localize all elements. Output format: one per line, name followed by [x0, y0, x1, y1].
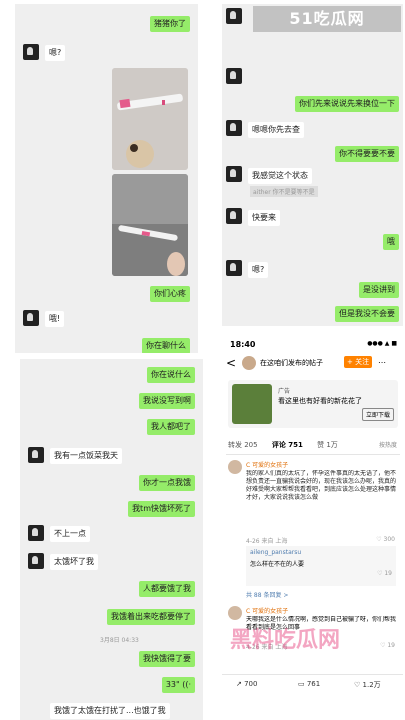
message-bubble: 我tm快饿坏死了 — [128, 501, 195, 517]
message-bubble: 你在说什么 — [147, 367, 195, 383]
chat-panel-1: 猪猪你了 嗯? 你们心疼 哦! 你在聊什么 — [15, 4, 198, 353]
reply-author[interactable]: aileng_panstarsu — [250, 549, 301, 556]
tab-comments[interactable]: 评论 751 — [272, 441, 303, 449]
divider — [222, 674, 403, 675]
message-bubble: 但是我没不会要 — [335, 306, 399, 322]
message-bubble: 嗯嗯你先去查 — [248, 122, 304, 138]
tab-likes[interactable]: 赞 1万 — [317, 441, 338, 449]
message-bubble: 嗯? — [248, 262, 269, 278]
message-bubble: 哦 — [383, 234, 399, 250]
avatar[interactable] — [226, 68, 242, 84]
avatar[interactable] — [226, 166, 242, 182]
share-icon: ↗ — [236, 680, 245, 688]
comment-count: 761 — [306, 680, 321, 688]
message-bubble: 是没讲到 — [359, 282, 399, 298]
share-button[interactable]: ↗ 700 — [236, 680, 257, 688]
post-tabs: 转发 205 评论 751 赞 1万 — [228, 440, 350, 450]
message-bubble: 你才一点我饿 — [139, 475, 195, 491]
post-author[interactable]: 在这咱们发布的帖子 — [260, 358, 323, 368]
avatar[interactable] — [28, 525, 44, 541]
message-bubble: 你们先来说说先来换位一下 — [295, 96, 399, 112]
avatar[interactable] — [242, 356, 256, 370]
sort-button[interactable]: 按热度 — [379, 440, 397, 449]
chat-panel-3: 你在说什么 我说没写到啊 我人都吧了 我有一点饭菜我天 你才一点我饿 我tm快饿… — [20, 359, 203, 720]
message-bubble: 猪猪你了 — [150, 16, 190, 32]
avatar[interactable] — [23, 44, 39, 60]
quoted-message: aither 你不是要等不是 — [250, 186, 318, 197]
divider — [226, 454, 400, 455]
ad-card[interactable]: 广告 看这里也有好看的新花花了 立即下载 — [228, 380, 398, 428]
comment-likes[interactable]: ♡ 19 — [380, 642, 395, 649]
comment-meta: 4-26 来自 上海 — [246, 538, 288, 545]
message-bubble: 我有一点饭菜我天 — [50, 448, 122, 464]
avatar[interactable] — [28, 447, 44, 463]
share-count: 700 — [244, 680, 258, 688]
comment-author[interactable]: C 可爱的女孩子 — [246, 460, 288, 469]
message-bubble: 我饿了太饿在打扰了...也饿了我 — [50, 703, 170, 719]
avatar[interactable] — [228, 606, 242, 620]
ad-image — [232, 384, 272, 424]
social-post-panel: 18:40 ●●● ▲ ■ < 在这咱们发布的帖子 + 关注 ⋯ 广告 看这里也… — [222, 336, 403, 720]
more-icon[interactable]: ⋯ — [378, 358, 386, 367]
avatar[interactable] — [23, 310, 39, 326]
avatar[interactable] — [226, 208, 242, 224]
message-bubble: 我感觉这个状态 — [248, 168, 312, 184]
ad-label: 广告 — [278, 388, 291, 395]
reply-box: aileng_panstarsu 怎么样在不在的人要 ♡ 19 — [246, 546, 396, 586]
message-bubble: 嗯? — [45, 45, 66, 61]
message-bubble: 你们心疼 — [150, 286, 190, 302]
status-time: 18:40 — [230, 340, 256, 349]
like-count: 1.2万 — [362, 681, 381, 689]
photo-pregnancy-test-hand[interactable] — [112, 174, 188, 276]
ad-download-button[interactable]: 立即下载 — [361, 408, 394, 421]
like-icon: ♡ — [354, 681, 363, 689]
back-icon[interactable]: < — [226, 356, 236, 370]
more-replies-link[interactable]: 共 88 条回复 > — [246, 590, 288, 599]
message-bubble: 哦! — [45, 311, 65, 327]
message-bubble: 我饿着出来吃都要停了 — [107, 609, 195, 625]
avatar[interactable] — [226, 260, 242, 276]
message-bubble: 不上一点 — [50, 526, 90, 542]
ad-text: 看这里也有好看的新花花了 — [278, 397, 362, 405]
avatar[interactable] — [28, 553, 44, 569]
chat-panel-2: 你们先来说说先来换位一下 嗯嗯你先去查 你不得要要不要 我感觉这个状态 aith… — [222, 4, 403, 326]
avatar[interactable] — [228, 460, 242, 474]
message-bubble: 我说没写到啊 — [139, 393, 195, 409]
message-bubble: 我人都吧了 — [147, 419, 195, 435]
message-bubble: 你在聊什么 — [142, 338, 190, 353]
message-bubble: 太饿坏了我 — [50, 554, 98, 570]
comment-author[interactable]: C 可爱的女孩子 — [246, 606, 288, 615]
comment-likes[interactable]: ♡ 300 — [376, 536, 395, 543]
timestamp: 3月8日 04:33 — [100, 637, 139, 644]
comment-button[interactable]: ▭ 761 — [298, 680, 320, 688]
like-button[interactable]: ♡ 1.2万 — [354, 680, 381, 690]
voice-message[interactable]: 33" ((· — [161, 677, 195, 693]
avatar[interactable] — [226, 8, 242, 24]
message-bubble: 人都要饿了我 — [139, 581, 195, 597]
watermark: 黑料吃瓜网 — [230, 628, 341, 653]
message-bubble: 我快饿得了要 — [139, 651, 195, 667]
reply-text: 怎么样在不在的人要 — [250, 561, 305, 568]
photo-pregnancy-test[interactable] — [112, 68, 188, 170]
reply-likes[interactable]: ♡ 19 — [377, 570, 392, 577]
comment-text: 我的家人们真的太坑了，怀孕这件事真的太无语了，他不想负责还一直骗我说会好的，现在… — [246, 470, 396, 501]
message-bubble: 你不得要要不要 — [335, 146, 399, 162]
message-bubble: 快要来 — [248, 210, 280, 226]
status-icons: ●●● ▲ ■ — [367, 340, 397, 347]
tab-repost[interactable]: 转发 205 — [228, 441, 258, 449]
follow-button[interactable]: + 关注 — [344, 356, 373, 368]
avatar[interactable] — [226, 120, 242, 136]
comment-icon: ▭ — [298, 680, 307, 688]
site-logo: 51吃瓜网 — [253, 6, 401, 32]
